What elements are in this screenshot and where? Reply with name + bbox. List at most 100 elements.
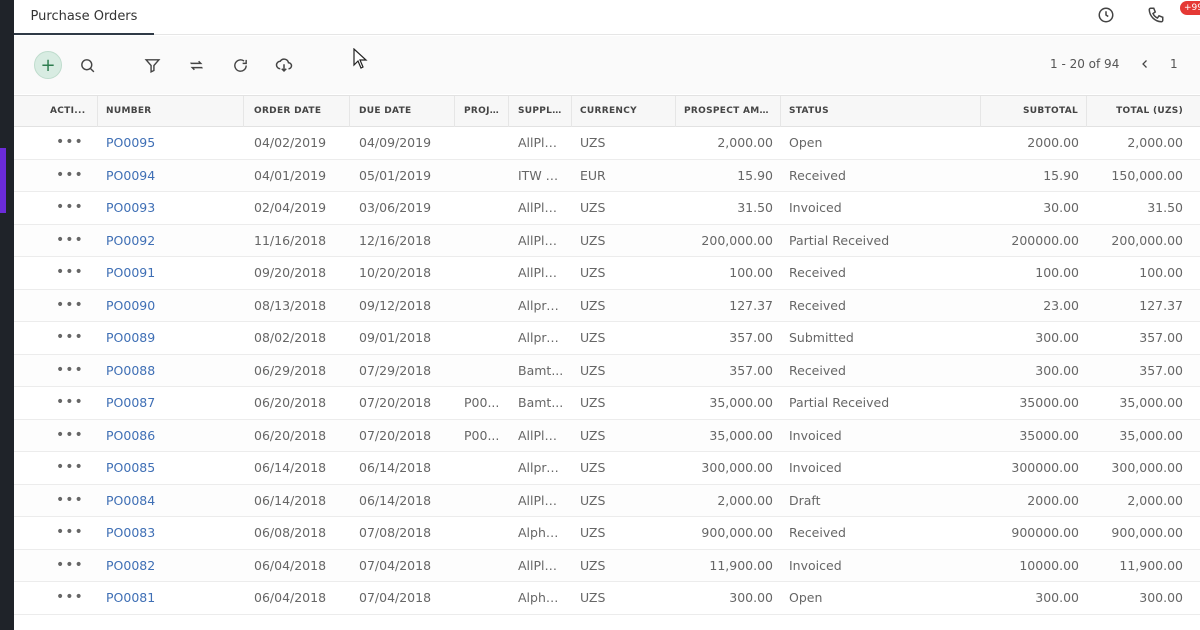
column-order-date[interactable]: ORDER DATE (246, 96, 350, 127)
row-actions-menu-icon[interactable]: ••• (56, 160, 84, 192)
subtotal-cell: 200000.00 (1011, 232, 1079, 248)
due-date-cell: 03/06/2019 (359, 200, 432, 215)
table-row[interactable]: ••• PO0088 06/29/2018 07/29/2018 Bamt... UZS 3… (14, 354, 1200, 387)
row-actions-menu-icon[interactable]: ••• (56, 127, 84, 159)
table-row[interactable]: ••• PO0084 06/14/2018 06/14/2018 AllPla... UZ… (14, 484, 1200, 517)
supplier-cell: ITW C... (518, 167, 567, 183)
row-actions-menu-icon[interactable]: ••• (56, 582, 84, 614)
po-number-link[interactable]: PO0089 (98, 322, 244, 354)
notification-badge[interactable]: +99 (1180, 1, 1200, 15)
po-number-link[interactable]: PO0084 (98, 485, 244, 517)
table-row[interactable]: ••• PO0083 06/08/2018 07/08/2018 Alpha... UZS… (14, 517, 1200, 550)
row-actions-menu-icon[interactable]: ••• (56, 192, 84, 224)
column-actions[interactable]: ACTI... (40, 96, 98, 127)
subtotal-cell: 35000.00 (1019, 395, 1079, 410)
row-actions-menu-icon[interactable]: ••• (56, 420, 84, 452)
table-row[interactable]: ••• PO0090 08/13/2018 09/12/2018 Allpro... UZ… (14, 289, 1200, 322)
table-row[interactable]: ••• PO0093 02/04/2019 03/06/2019 AllPla... UZ… (14, 192, 1200, 225)
subtotal-cell: 300.00 (1035, 362, 1079, 378)
po-number-link[interactable]: PO0090 (98, 290, 244, 322)
swap-icon (189, 60, 203, 70)
column-number[interactable]: NUMBER (98, 96, 244, 127)
table-row[interactable]: ••• PO0087 06/20/2018 07/20/2018 P00... Bamt.… (14, 387, 1200, 420)
refresh-button[interactable] (226, 51, 254, 79)
table-row[interactable]: ••• PO0082 06/04/2018 07/04/2018 AllPla... UZ… (14, 549, 1200, 582)
column-prospect-amount[interactable]: PROSPECT AMO... (676, 96, 781, 127)
currency-cell: UZS (580, 297, 606, 313)
row-actions-menu-icon[interactable]: ••• (56, 517, 84, 549)
table-row[interactable]: ••• PO0094 04/01/2019 05/01/2019 ITW C... EUR… (14, 159, 1200, 192)
due-date-cell: 07/04/2018 (359, 590, 432, 605)
column-subtotal[interactable]: SUBTOTAL (982, 96, 1087, 127)
order-date-cell: 06/04/2018 (254, 557, 327, 573)
row-actions-menu-icon[interactable]: ••• (56, 452, 84, 484)
supplier-cell: Bamt... (518, 362, 564, 378)
add-button[interactable]: + (34, 51, 62, 79)
row-actions-menu-icon[interactable]: ••• (56, 322, 84, 354)
status-cell: Invoiced (789, 200, 842, 215)
project-cell (456, 452, 509, 484)
total-cell: 11,900.00 (1119, 557, 1183, 573)
subtotal-cell: 15.90 (1043, 167, 1079, 183)
column-currency[interactable]: CURRENCY (572, 96, 676, 127)
tab-purchase-orders[interactable]: Purchase Orders (14, 0, 154, 35)
table-row[interactable]: ••• PO0081 06/04/2018 07/04/2018 Alpha... UZS… (14, 582, 1200, 615)
po-number-link[interactable]: PO0086 (98, 420, 244, 452)
subtotal-cell: 30.00 (1043, 200, 1079, 215)
table-row[interactable]: ••• PO0091 09/20/2018 10/20/2018 AllPla... UZ… (14, 257, 1200, 290)
convert-button[interactable] (182, 51, 210, 79)
download-button[interactable] (270, 51, 298, 79)
phone-icon[interactable] (1145, 4, 1167, 26)
po-number-link[interactable]: PO0093 (98, 192, 244, 224)
supplier-cell: AllPla... (518, 427, 565, 443)
table-row[interactable]: ••• PO0092 11/16/2018 12/16/2018 AllPla... UZ… (14, 224, 1200, 257)
column-status[interactable]: STATUS (781, 96, 981, 127)
po-number-link[interactable]: PO0085 (98, 452, 244, 484)
po-number-link[interactable]: PO0092 (98, 225, 244, 257)
history-icon[interactable] (1095, 4, 1117, 26)
po-number-link[interactable]: PO0094 (98, 160, 244, 192)
filter-button[interactable] (138, 51, 166, 79)
project-cell (456, 582, 509, 614)
order-date-cell: 06/20/2018 (254, 427, 327, 443)
table-row[interactable]: ••• PO0095 04/02/2019 04/09/2019 AllPla... UZ… (14, 127, 1200, 160)
due-date-cell: 05/01/2019 (359, 167, 432, 183)
table-row[interactable]: ••• PO0085 06/14/2018 06/14/2018 Allpro... UZ… (14, 452, 1200, 485)
column-total[interactable]: TOTAL (UZS) (1087, 96, 1191, 127)
po-number-link[interactable]: PO0087 (98, 387, 244, 419)
row-actions-menu-icon[interactable]: ••• (56, 550, 84, 582)
subtotal-cell: 300.00 (1035, 590, 1079, 605)
po-number-link[interactable]: PO0082 (98, 550, 244, 582)
table-row[interactable]: ••• PO0089 08/02/2018 09/01/2018 Allpro... UZ… (14, 322, 1200, 355)
po-number-link[interactable]: PO0088 (98, 355, 244, 387)
po-number-link[interactable]: PO0091 (98, 257, 244, 289)
supplier-cell: AllPla... (518, 265, 565, 280)
table-row[interactable]: ••• PO0086 06/20/2018 07/20/2018 P00... AllPl… (14, 419, 1200, 452)
status-cell: Received (789, 297, 846, 313)
search-button[interactable] (73, 51, 101, 79)
current-page[interactable]: 1 (1170, 57, 1178, 71)
column-supplier[interactable]: SUPPLIER (510, 96, 572, 127)
column-due-date[interactable]: DUE DATE (351, 96, 455, 127)
currency-cell: UZS (580, 525, 606, 540)
previous-page-button[interactable] (1135, 53, 1155, 75)
row-actions-menu-icon[interactable]: ••• (56, 225, 84, 257)
row-actions-menu-icon[interactable]: ••• (56, 290, 84, 322)
row-actions-menu-icon[interactable]: ••• (56, 485, 84, 517)
currency-cell: UZS (580, 200, 606, 215)
subtotal-cell: 300000.00 (1011, 460, 1079, 475)
due-date-cell: 07/08/2018 (359, 525, 432, 540)
due-date-cell: 09/01/2018 (359, 330, 432, 345)
prospect-amount-cell: 127.37 (729, 297, 773, 313)
row-actions-menu-icon[interactable]: ••• (56, 387, 84, 419)
po-number-link[interactable]: PO0083 (98, 517, 244, 549)
po-number-link[interactable]: PO0095 (98, 127, 244, 159)
row-actions-menu-icon[interactable]: ••• (56, 257, 84, 289)
row-actions-menu-icon[interactable]: ••• (56, 355, 84, 387)
column-project[interactable]: PROJ... (456, 96, 509, 127)
prospect-amount-cell: 2,000.00 (717, 492, 773, 508)
status-cell: Invoiced (789, 427, 842, 443)
po-number-link[interactable]: PO0081 (98, 582, 244, 614)
prospect-amount-cell: 2,000.00 (717, 135, 773, 150)
total-cell: 31.50 (1147, 200, 1183, 215)
